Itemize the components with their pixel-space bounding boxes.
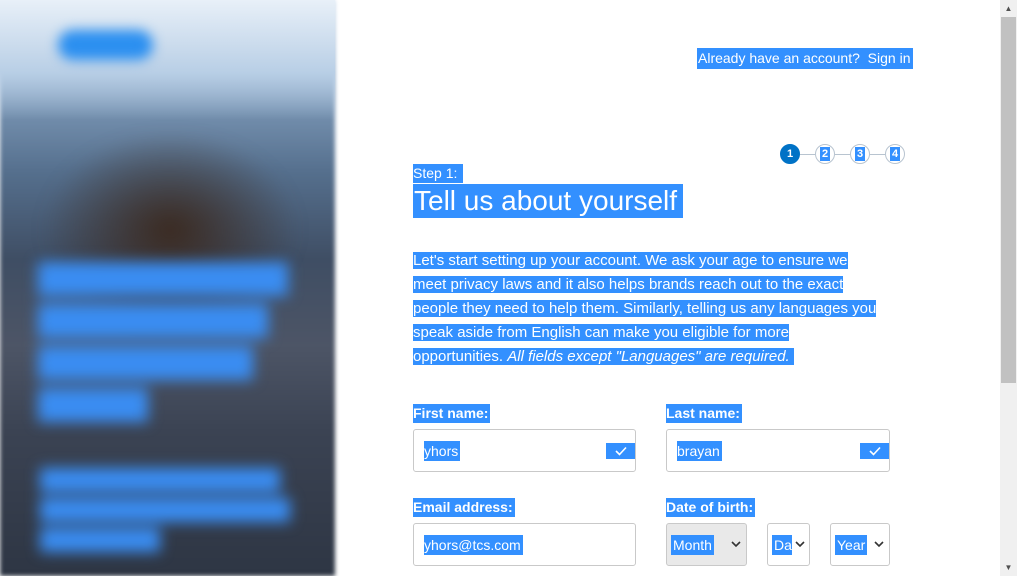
vertical-scrollbar[interactable]: ▲ ▼ [1000, 0, 1017, 576]
email-field[interactable]: yhors@tcs.com [413, 523, 636, 566]
first-name-field[interactable]: yhors [413, 429, 636, 472]
hero-subtext-blurred [40, 468, 295, 558]
scroll-up-arrow-icon[interactable]: ▲ [1000, 0, 1017, 17]
month-select[interactable]: Month [666, 523, 747, 566]
day-value: Day [772, 535, 792, 555]
day-select[interactable]: Day [767, 523, 810, 566]
step-1: 1 [780, 144, 800, 164]
chevron-down-icon [795, 537, 805, 551]
signin-link[interactable]: Sign in [868, 50, 911, 66]
last-name-field[interactable]: brayan [666, 429, 890, 472]
first-name-label: First name: [413, 404, 491, 423]
hero-headline-blurred [38, 262, 298, 430]
check-icon [860, 443, 889, 459]
scroll-thumb[interactable] [1001, 17, 1016, 383]
first-name-value: yhors [424, 441, 461, 461]
chevron-down-icon [874, 537, 884, 551]
step-label: Step 1: [413, 164, 464, 183]
hero-logo [58, 30, 153, 60]
year-select[interactable]: Year [830, 523, 890, 566]
hero-panel [0, 0, 340, 576]
required-fields-note: All fields except "Languages" are requir… [507, 348, 790, 365]
last-name-label: Last name: [666, 404, 742, 423]
step-2: 2 [815, 144, 835, 164]
page-title: Tell us about yourself [413, 184, 684, 218]
dob-label: Date of birth: [666, 498, 756, 517]
check-icon [606, 443, 635, 459]
email-value: yhors@tcs.com [424, 535, 523, 555]
signin-prompt: Already have an account? Sign in [697, 48, 914, 69]
step-4: 4 [885, 144, 905, 164]
month-value: Month [671, 535, 714, 555]
email-label: Email address: [413, 498, 515, 517]
intro-paragraph: Let's start setting up your account. We … [413, 252, 877, 365]
step-3: 3 [850, 144, 870, 164]
step-indicator: 1 2 3 4 [780, 144, 908, 164]
chevron-down-icon [731, 537, 741, 551]
year-value: Year [835, 535, 868, 555]
scroll-down-arrow-icon[interactable]: ▼ [1000, 559, 1017, 576]
signin-prompt-text: Already have an account? [698, 50, 860, 66]
last-name-value: brayan [677, 441, 722, 461]
